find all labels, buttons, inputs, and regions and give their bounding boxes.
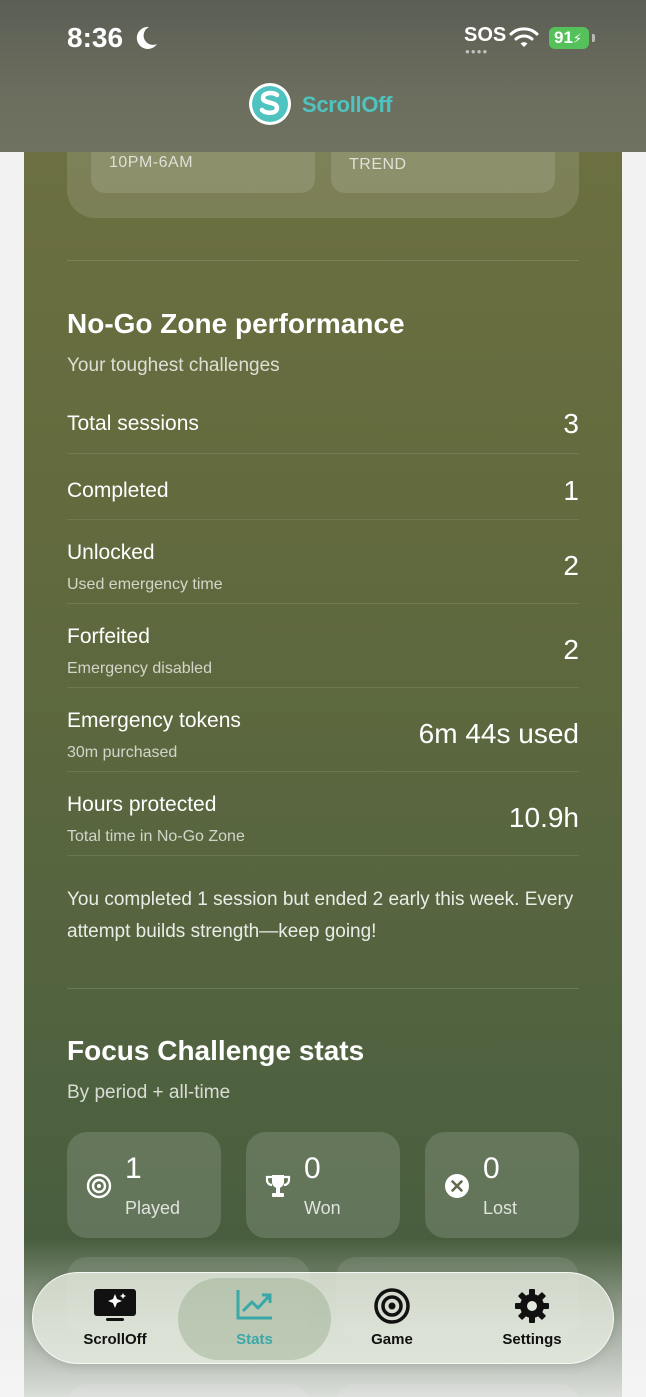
stat-row-value: 6m 44s used xyxy=(418,718,579,749)
tab-label: Stats xyxy=(236,1331,273,1348)
stat-card-value: 1 xyxy=(125,1152,142,1185)
app-header: 8:36 SOS ●●●● 91⚡ ScrollOff xyxy=(0,0,646,152)
stat-row-value: 3 xyxy=(563,408,579,439)
stat-row-label: Total sessions xyxy=(67,412,199,435)
gear-icon xyxy=(513,1287,551,1330)
chart-icon xyxy=(235,1287,275,1326)
nogo-encouragement-note: You completed 1 session but ended 2 earl… xyxy=(67,889,574,942)
stat-row-forfeited: Forfeited Emergency disabled 2 xyxy=(67,604,579,688)
time-window-label: 10PM-6AM xyxy=(109,154,194,171)
bottom-tab-bar: ScrollOff Stats Game Settings xyxy=(32,1272,614,1364)
nogo-section-subtitle: Your toughest challenges xyxy=(67,355,280,376)
stat-row-hours-protected: Hours protected Total time in No-Go Zone… xyxy=(67,772,579,856)
stat-card-label: Lost xyxy=(483,1198,518,1218)
status-sos: SOS xyxy=(464,24,507,46)
battery-icon: 91⚡ xyxy=(549,27,589,49)
stat-row-sublabel: Used emergency time xyxy=(67,576,223,593)
trend-chip[interactable]: TREND xyxy=(331,152,555,193)
battery-tip xyxy=(592,34,595,42)
stat-card-value: 0 xyxy=(483,1152,500,1185)
stat-row-label: Completed xyxy=(67,479,169,502)
status-time: 8:36 xyxy=(67,22,124,53)
app-brand-name: ScrollOff xyxy=(302,92,393,117)
stat-row-sublabel: Emergency disabled xyxy=(67,660,212,677)
stat-row-completed: Completed 1 xyxy=(67,454,579,520)
stat-card-label: Won xyxy=(304,1198,341,1218)
stat-card-label: Played xyxy=(125,1198,181,1218)
tab-scrolloff[interactable]: ScrollOff xyxy=(41,1273,189,1365)
stat-row-label: Emergency tokens xyxy=(67,709,241,732)
tab-game[interactable]: Game xyxy=(323,1273,461,1365)
stat-row-value: 10.9h xyxy=(508,802,579,833)
stat-card-lost[interactable]: 0 Lost xyxy=(425,1132,579,1238)
tab-settings[interactable]: Settings xyxy=(463,1273,601,1365)
moon-icon xyxy=(134,25,158,56)
scrolloff-logo-icon xyxy=(248,82,292,126)
stat-row-value: 2 xyxy=(563,550,579,581)
stat-row-value: 1 xyxy=(563,475,579,506)
stat-row-value: 2 xyxy=(563,634,579,665)
divider xyxy=(67,260,579,261)
stat-card-value: 0 xyxy=(304,1152,321,1185)
tab-stats[interactable]: Stats xyxy=(178,1273,331,1365)
stat-card-played[interactable]: 1 Played xyxy=(67,1132,221,1238)
x-circle-icon xyxy=(443,1172,471,1200)
nogo-section-title: No-Go Zone performance xyxy=(67,308,405,339)
focus-section-title: Focus Challenge stats xyxy=(67,1035,365,1066)
stat-row-label: Forfeited xyxy=(67,625,150,648)
stat-row-sublabel: Total time in No-Go Zone xyxy=(67,828,245,845)
signal-dots-icon: ●●●● xyxy=(465,47,489,56)
focus-section-subtitle: By period + all-time xyxy=(67,1082,231,1103)
stat-row-sublabel: 30m purchased xyxy=(67,744,178,761)
target-icon xyxy=(373,1287,411,1330)
stats-panel: 10PM-6AM TREND No-Go Zone performance Yo… xyxy=(24,152,622,1397)
target-icon xyxy=(85,1172,113,1200)
stat-row-label: Hours protected xyxy=(67,793,217,816)
trophy-icon xyxy=(264,1172,292,1200)
divider xyxy=(67,988,579,989)
stat-row-unlocked: Unlocked Used emergency time 2 xyxy=(67,520,579,604)
time-window-card: 10PM-6AM TREND xyxy=(67,152,579,218)
wifi-icon xyxy=(509,26,539,53)
battery-level: 91 xyxy=(554,28,573,47)
tab-label: ScrollOff xyxy=(83,1331,147,1348)
tab-label: Game xyxy=(371,1331,413,1348)
stat-row-total-sessions: Total sessions 3 xyxy=(67,390,579,454)
stat-card-won[interactable]: 0 Won xyxy=(246,1132,400,1238)
time-window-chip[interactable]: 10PM-6AM xyxy=(91,152,315,193)
stat-row-label: Unlocked xyxy=(67,541,155,564)
trend-label: TREND xyxy=(349,156,407,173)
scrolloff-screen-icon xyxy=(92,1287,138,1328)
stat-row-emergency-tokens: Emergency tokens 30m purchased 6m 44s us… xyxy=(67,688,579,772)
tab-label: Settings xyxy=(502,1331,562,1348)
